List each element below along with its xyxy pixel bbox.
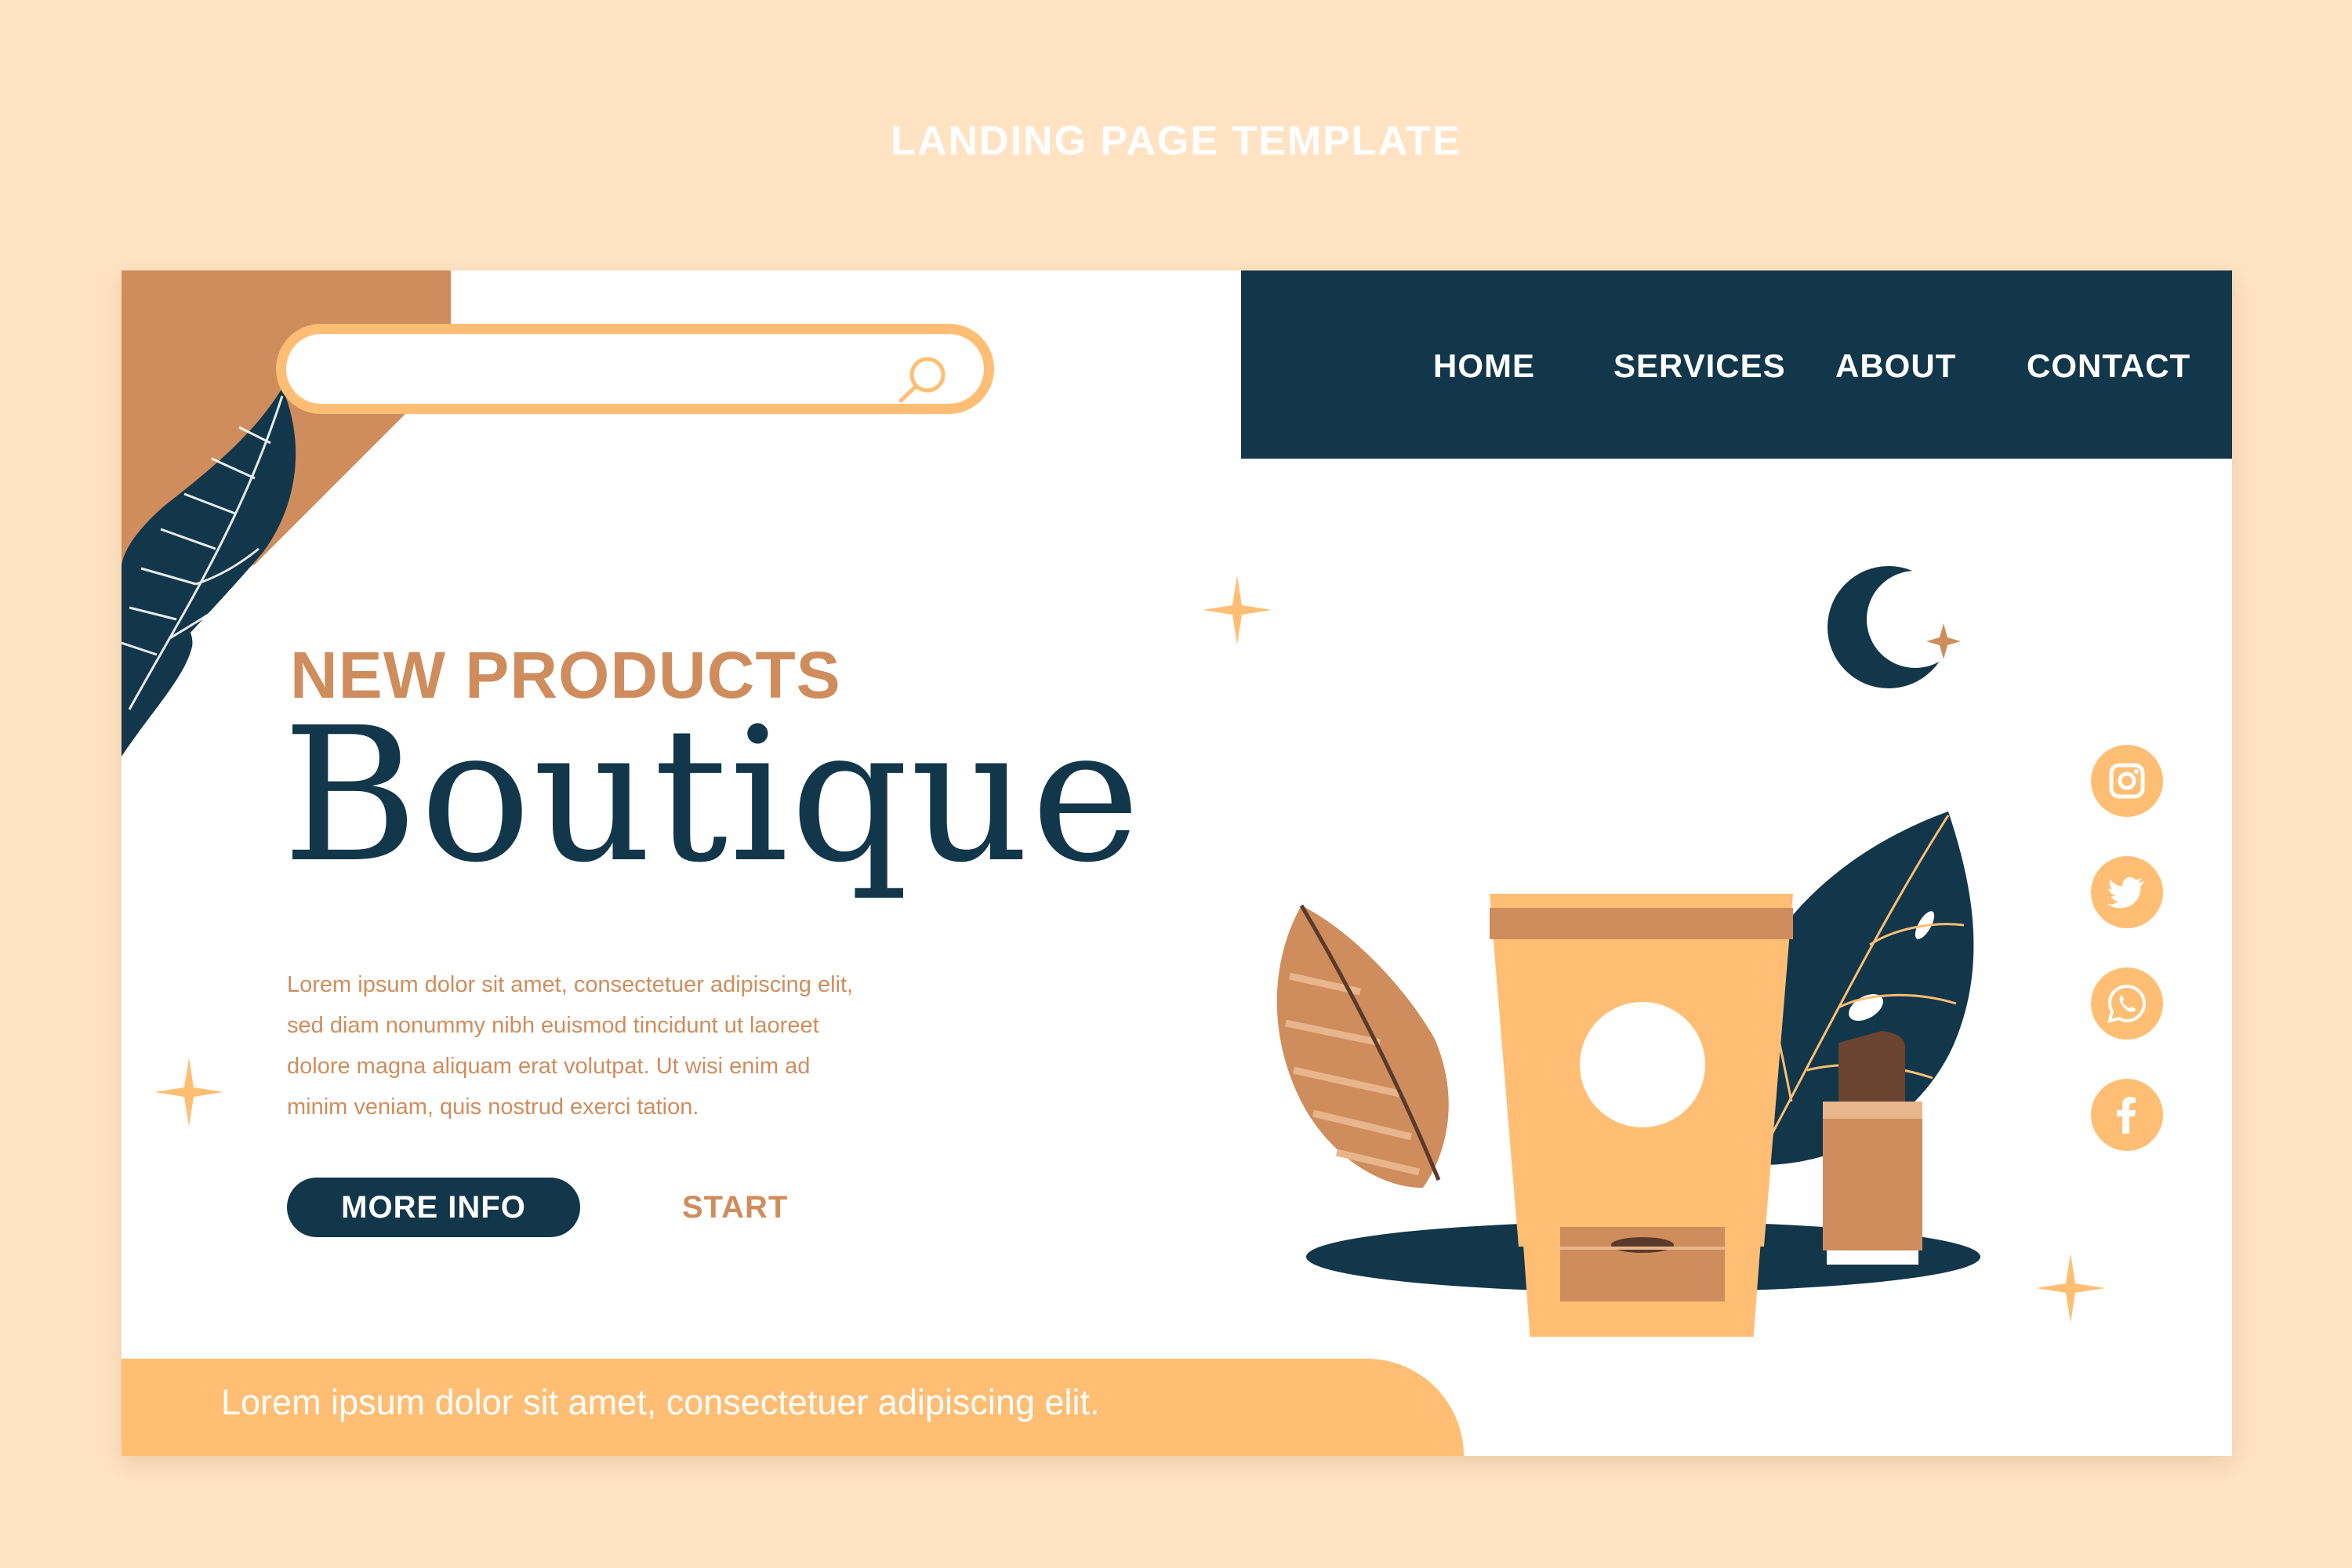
twitter-icon [2107,877,2144,909]
sparkle-icon [154,1058,223,1127]
moon-icon [1828,566,1964,688]
instagram-icon [2109,763,2145,799]
description-line: minim veniam, quis nostrud exerci tation… [287,1094,699,1120]
facebook-button[interactable] [2091,1079,2163,1151]
instagram-button[interactable] [2091,745,2163,817]
nav-item-contact[interactable]: CONTACT [2027,347,2190,385]
facebook-icon [2117,1097,2136,1134]
search-input[interactable] [318,348,901,397]
cream-tube [1490,894,1793,1337]
search-bar[interactable] [276,324,994,414]
search-icon[interactable] [891,351,951,408]
top-navigation: HOME SERVICES ABOUT CONTACT [1241,270,2232,459]
description-line: sed diam nonummy nibh euismod tincidunt … [287,1013,819,1038]
hero-description: Lorem ipsum dolor sit amet, consectetuer… [287,964,977,1127]
whatsapp-button[interactable] [2091,967,2163,1040]
page-title: LANDING PAGE TEMPLATE [891,118,1461,164]
footer-text: Lorem ipsum dolor sit amet, consectetuer… [221,1382,1100,1422]
description-line: Lorem ipsum dolor sit amet, consectetuer… [287,972,854,997]
landing-page-card: HOME SERVICES ABOUT CONTACT NEW PRODUCTS… [122,270,2232,1456]
palm-leaf-left [1276,904,1449,1188]
start-button[interactable]: START [682,1184,862,1231]
hero-title: Boutique [282,688,1142,903]
whatsapp-icon [2107,984,2147,1023]
more-info-button[interactable]: MORE INFO [287,1178,580,1237]
nav-item-services[interactable]: SERVICES [1613,347,1786,385]
product-illustration [1276,566,1980,1337]
nav-item-home[interactable]: HOME [1433,347,1535,385]
twitter-button[interactable] [2091,856,2163,928]
description-line: dolore magna aliquam erat volutpat. Ut w… [287,1054,811,1079]
footer-banner: Lorem ipsum dolor sit amet, consectetuer… [122,1359,1464,1456]
nav-item-about[interactable]: ABOUT [1835,347,1956,385]
